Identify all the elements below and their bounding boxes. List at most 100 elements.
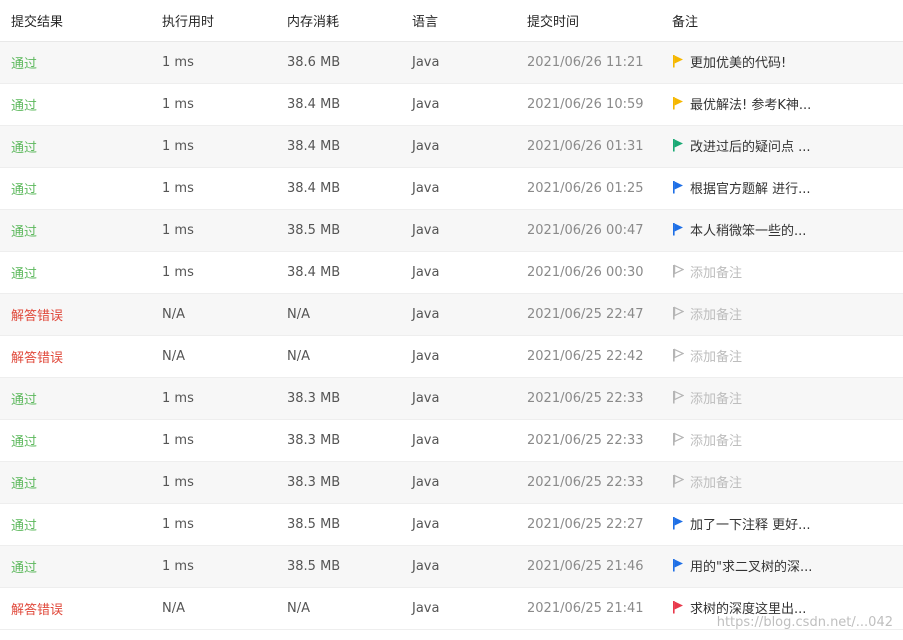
note-button[interactable]: 根据官方题解 进行... bbox=[672, 178, 811, 197]
table-row: 通过 1 ms 38.4 MB Java 2021/06/26 10:59 最优解法! 参… bbox=[0, 83, 903, 125]
note-cell: 添加备注 bbox=[661, 335, 903, 377]
header-runtime[interactable]: 执行用时 bbox=[151, 0, 276, 42]
add-note-button[interactable]: 添加备注 bbox=[672, 346, 742, 365]
status-link[interactable]: 通过 bbox=[11, 519, 37, 534]
add-note-button[interactable]: 添加备注 bbox=[672, 262, 742, 281]
language-cell: Java bbox=[412, 96, 440, 112]
status-cell: 通过 bbox=[0, 41, 151, 83]
note-text: 用的"求二叉树的深... bbox=[690, 559, 813, 575]
status-link[interactable]: 通过 bbox=[11, 435, 37, 450]
table-header: 提交结果 执行用时 内存消耗 语言 提交时间 备注 bbox=[0, 0, 903, 42]
status-link[interactable]: 通过 bbox=[11, 57, 37, 72]
status-link[interactable]: 通过 bbox=[11, 183, 37, 198]
memory-cell: 38.5 MB bbox=[287, 516, 341, 532]
header-status[interactable]: 提交结果 bbox=[0, 0, 151, 42]
runtime-cell: 1 ms bbox=[162, 474, 194, 490]
table-row: 通过 1 ms 38.4 MB Java 2021/06/26 01:31 改进过后的疑问… bbox=[0, 125, 903, 167]
flag-icon bbox=[672, 180, 684, 194]
status-cell: 解答错误 bbox=[0, 587, 151, 629]
runtime-cell: 1 ms bbox=[162, 222, 194, 238]
flag-outline-icon bbox=[672, 432, 685, 446]
flag-outline-icon bbox=[672, 264, 685, 278]
submissions-table: 提交结果 执行用时 内存消耗 语言 提交时间 备注 通过 1 ms 38.6 MB J… bbox=[0, 0, 903, 630]
submit-time-cell: 2021/06/25 22:33 bbox=[527, 432, 644, 448]
language-cell: Java bbox=[412, 222, 440, 238]
table-row: 解答错误 N/A N/A Java 2021/06/25 21:41 求树的深度这里出..… bbox=[0, 587, 903, 629]
flag-outline-icon bbox=[672, 474, 685, 488]
status-link[interactable]: 通过 bbox=[11, 393, 37, 408]
flag-outline-icon bbox=[672, 390, 685, 404]
status-link[interactable]: 通过 bbox=[11, 99, 37, 114]
add-note-button[interactable]: 添加备注 bbox=[672, 388, 742, 407]
flag-icon bbox=[672, 96, 684, 110]
submit-time-cell: 2021/06/26 11:21 bbox=[527, 54, 644, 70]
note-text: 改进过后的疑问点 ... bbox=[690, 139, 811, 155]
note-cell: 添加备注 bbox=[661, 251, 903, 293]
note-cell: 添加备注 bbox=[661, 293, 903, 335]
table-row: 通过 1 ms 38.6 MB Java 2021/06/26 11:21 更加优美的代码… bbox=[0, 41, 903, 83]
note-button[interactable]: 改进过后的疑问点 ... bbox=[672, 136, 811, 155]
add-note-button[interactable]: 添加备注 bbox=[672, 304, 742, 323]
runtime-cell: 1 ms bbox=[162, 432, 194, 448]
table-row: 解答错误 N/A N/A Java 2021/06/25 22:42 添加备注 bbox=[0, 335, 903, 377]
status-link[interactable]: 通过 bbox=[11, 477, 37, 492]
flag-icon bbox=[672, 138, 684, 152]
header-language[interactable]: 语言 bbox=[401, 0, 516, 42]
runtime-cell: 1 ms bbox=[162, 390, 194, 406]
header-note: 备注 bbox=[661, 0, 903, 42]
note-text: 根据官方题解 进行... bbox=[690, 181, 811, 197]
table-row: 通过 1 ms 38.5 MB Java 2021/06/25 21:46 用的"求二叉树… bbox=[0, 545, 903, 587]
header-memory[interactable]: 内存消耗 bbox=[276, 0, 401, 42]
runtime-cell: N/A bbox=[162, 348, 185, 364]
table-row: 通过 1 ms 38.3 MB Java 2021/06/25 22:33 添加备注 bbox=[0, 419, 903, 461]
flag-outline-icon bbox=[672, 306, 685, 320]
note-text: 本人稍微笨一些的... bbox=[690, 223, 807, 239]
language-cell: Java bbox=[412, 600, 440, 616]
note-text: 最优解法! 参考K神... bbox=[690, 97, 812, 113]
note-cell: 添加备注 bbox=[661, 419, 903, 461]
status-link[interactable]: 通过 bbox=[11, 561, 37, 576]
note-cell: 更加优美的代码! bbox=[661, 41, 903, 83]
status-cell: 解答错误 bbox=[0, 293, 151, 335]
add-note-button[interactable]: 添加备注 bbox=[672, 472, 742, 491]
note-button[interactable]: 加了一下注释 更好... bbox=[672, 514, 811, 533]
header-submit-time[interactable]: 提交时间 bbox=[516, 0, 661, 42]
submit-time-cell: 2021/06/25 22:33 bbox=[527, 474, 644, 490]
note-text: 更加优美的代码! bbox=[690, 55, 787, 71]
note-button[interactable]: 求树的深度这里出... bbox=[672, 598, 806, 617]
table-row: 通过 1 ms 38.4 MB Java 2021/06/26 00:30 添加备注 bbox=[0, 251, 903, 293]
note-button[interactable]: 最优解法! 参考K神... bbox=[672, 94, 811, 113]
flag-icon bbox=[672, 558, 684, 572]
note-text: 添加备注 bbox=[690, 349, 743, 365]
note-cell: 求树的深度这里出... bbox=[661, 587, 903, 629]
note-button[interactable]: 本人稍微笨一些的... bbox=[672, 220, 806, 239]
note-text: 求树的深度这里出... bbox=[690, 601, 807, 617]
submit-time-cell: 2021/06/26 00:30 bbox=[527, 264, 644, 280]
status-cell: 通过 bbox=[0, 419, 151, 461]
language-cell: Java bbox=[412, 264, 440, 280]
flag-icon bbox=[672, 600, 684, 614]
status-link[interactable]: 通过 bbox=[11, 267, 37, 282]
status-link[interactable]: 通过 bbox=[11, 225, 37, 240]
runtime-cell: 1 ms bbox=[162, 96, 194, 112]
submit-time-cell: 2021/06/26 01:25 bbox=[527, 180, 644, 196]
note-cell: 用的"求二叉树的深... bbox=[661, 545, 903, 587]
note-button[interactable]: 更加优美的代码! bbox=[672, 52, 786, 71]
note-cell: 根据官方题解 进行... bbox=[661, 167, 903, 209]
status-cell: 解答错误 bbox=[0, 335, 151, 377]
note-text: 添加备注 bbox=[690, 475, 743, 491]
status-link[interactable]: 解答错误 bbox=[11, 309, 63, 324]
status-link[interactable]: 通过 bbox=[11, 141, 37, 156]
add-note-button[interactable]: 添加备注 bbox=[672, 430, 742, 449]
language-cell: Java bbox=[412, 558, 440, 574]
note-text: 添加备注 bbox=[690, 391, 743, 407]
memory-cell: 38.3 MB bbox=[287, 390, 341, 406]
status-link[interactable]: 解答错误 bbox=[11, 603, 63, 618]
language-cell: Java bbox=[412, 54, 440, 70]
runtime-cell: 1 ms bbox=[162, 516, 194, 532]
table-row: 通过 1 ms 38.5 MB Java 2021/06/26 00:47 本人稍微笨一些… bbox=[0, 209, 903, 251]
status-link[interactable]: 解答错误 bbox=[11, 351, 63, 366]
note-button[interactable]: 用的"求二叉树的深... bbox=[672, 556, 812, 575]
flag-icon bbox=[672, 222, 684, 236]
memory-cell: N/A bbox=[287, 306, 310, 322]
